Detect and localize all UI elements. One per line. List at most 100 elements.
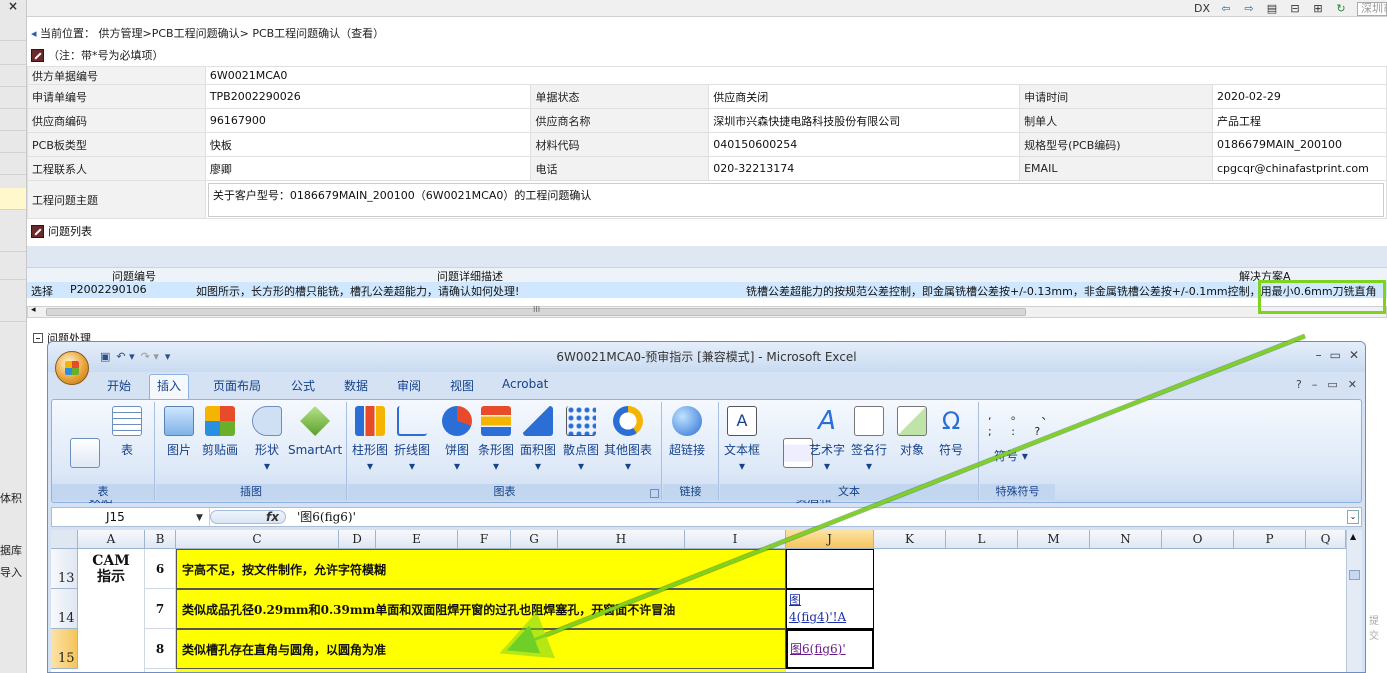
- close-icon[interactable]: ✕: [1349, 348, 1359, 362]
- name-box-dropdown-icon[interactable]: ▼: [196, 513, 203, 523]
- column-header[interactable]: F: [458, 530, 511, 549]
- tab-insert[interactable]: 插入: [149, 374, 190, 399]
- vertical-scrollbar[interactable]: ▲: [1346, 530, 1362, 672]
- column-header[interactable]: E: [376, 530, 458, 549]
- sidebar-slot[interactable]: [0, 17, 26, 41]
- cell-c15[interactable]: 类似槽孔存在直角与圆角，以圆角为准: [176, 629, 786, 669]
- column-header[interactable]: D: [339, 530, 376, 549]
- name-box[interactable]: J15: [52, 508, 210, 526]
- table-row[interactable]: 选择 P2002290106 如图所示，长方形的槽只能铣，槽孔公差超能力，请确认…: [27, 282, 1387, 298]
- fx-icon[interactable]: fx: [266, 508, 279, 526]
- sidebar-slot[interactable]: [0, 153, 26, 175]
- expand-formula-icon[interactable]: ⌄: [1347, 510, 1359, 524]
- undo-icon[interactable]: ↶ ▾: [116, 350, 134, 363]
- sidebar-slot[interactable]: [0, 87, 26, 109]
- dialog-launcher-icon[interactable]: [650, 489, 659, 498]
- object-button[interactable]: 对象: [897, 406, 927, 458]
- forward-arrow-icon[interactable]: ⇨: [1242, 2, 1256, 15]
- column-header[interactable]: A: [78, 530, 145, 549]
- symbol-button[interactable]: Ω 符号: [936, 406, 966, 458]
- tab-data[interactable]: 数据: [344, 377, 368, 394]
- minimize-icon[interactable]: –: [1316, 348, 1322, 362]
- column-header[interactable]: K: [874, 530, 946, 549]
- column-header[interactable]: P: [1234, 530, 1306, 549]
- wordart-button[interactable]: A 艺术字 ▾: [809, 406, 845, 474]
- sidebar-slot[interactable]: [0, 109, 26, 131]
- table-button[interactable]: 表: [112, 406, 142, 458]
- dx-label[interactable]: DX: [1194, 2, 1210, 15]
- cell-c16[interactable]: [176, 669, 786, 672]
- column-header[interactable]: H: [558, 530, 685, 549]
- tab-home[interactable]: 开始: [107, 377, 131, 394]
- column-header-selected[interactable]: J: [786, 530, 874, 549]
- column-chart-button[interactable]: 柱形图 ▾: [352, 406, 388, 474]
- column-header[interactable]: N: [1090, 530, 1162, 549]
- pie-chart-button[interactable]: 饼图 ▾: [442, 406, 472, 474]
- row-header-selected[interactable]: 15: [51, 629, 78, 669]
- column-header[interactable]: L: [946, 530, 1018, 549]
- tab-acrobat[interactable]: Acrobat: [502, 377, 548, 391]
- cell-c13[interactable]: 字高不足，按文件制作，允许字符模糊: [176, 549, 786, 589]
- special-symbols-button[interactable]: 符号 ▾: [994, 448, 1028, 464]
- scroll-thumb[interactable]: [1349, 570, 1360, 580]
- topic-field[interactable]: 关于客户型号：0186679MAIN_200100（6W0021MCA0）的工程…: [207, 182, 1384, 217]
- office-button-icon[interactable]: [55, 351, 89, 385]
- row-header[interactable]: 13: [51, 549, 78, 589]
- column-header[interactable]: Q: [1306, 530, 1346, 549]
- sidebar-slot[interactable]: [0, 258, 26, 280]
- collapse-icon[interactable]: [33, 333, 43, 343]
- sidebar-label[interactable]: 体积: [0, 490, 22, 506]
- hyperlink-button[interactable]: 超链接: [669, 406, 705, 458]
- sidebar-slot[interactable]: [0, 300, 26, 322]
- row-header[interactable]: 14: [51, 589, 78, 629]
- scroll-up-icon[interactable]: ▲: [1350, 532, 1356, 541]
- close-icon[interactable]: ✕: [1348, 378, 1357, 391]
- clipart-button[interactable]: 剪贴画: [202, 406, 238, 458]
- column-header[interactable]: C: [176, 530, 339, 549]
- scroll-left-icon[interactable]: ◂: [31, 305, 36, 315]
- cam-instruction-cell[interactable]: CAM 指示: [78, 549, 145, 672]
- area-chart-button[interactable]: 面积图 ▾: [520, 406, 556, 474]
- restore-icon[interactable]: ▭: [1330, 348, 1341, 362]
- sidebar-slot[interactable]: [0, 41, 26, 65]
- restore-icon[interactable]: ▭: [1327, 378, 1337, 391]
- tab-page-layout[interactable]: 页面布局: [213, 377, 261, 394]
- location-box[interactable]: 深圳市: [1357, 1, 1387, 16]
- cell-j15-link-selected[interactable]: 图6(fig6)': [786, 629, 874, 669]
- cell-j14-link[interactable]: 图 4(fig4)'!A: [786, 589, 874, 629]
- column-header[interactable]: B: [145, 530, 176, 549]
- back-arrow-icon[interactable]: ⇦: [1219, 2, 1233, 15]
- select-all-corner[interactable]: [51, 530, 78, 549]
- sidebar-label[interactable]: 据库: [0, 542, 22, 558]
- minimize-panel-icon[interactable]: ⊟: [1288, 2, 1302, 15]
- sidebar-slot[interactable]: [0, 230, 26, 252]
- cell-b14[interactable]: 7: [145, 589, 176, 629]
- submit-hint[interactable]: 提交: [1369, 612, 1387, 642]
- signature-line-button[interactable]: 签名行 ▾: [851, 406, 887, 474]
- cell-b15[interactable]: 8: [145, 629, 176, 669]
- refresh-icon[interactable]: ↻: [1334, 2, 1348, 15]
- tab-review[interactable]: 审阅: [397, 377, 421, 394]
- print-icon[interactable]: ▤: [1265, 2, 1279, 15]
- column-header[interactable]: I: [685, 530, 786, 549]
- sidebar-slot-active[interactable]: [0, 188, 26, 210]
- picture-button[interactable]: 图片: [164, 406, 194, 458]
- help-icon[interactable]: ?: [1296, 378, 1302, 391]
- worksheet[interactable]: A B C D E F G H I J K L M N O P Q 13 14 …: [51, 530, 1362, 672]
- minimize-icon[interactable]: –: [1312, 378, 1318, 391]
- scatter-chart-button[interactable]: 散点图 ▾: [563, 406, 599, 474]
- column-header[interactable]: M: [1018, 530, 1090, 549]
- special-symbols-grid[interactable]: , 。 、 ; : ?: [988, 408, 1061, 440]
- tab-view[interactable]: 视图: [450, 377, 474, 394]
- tab-formulas[interactable]: 公式: [291, 377, 315, 394]
- sidebar-slot[interactable]: [0, 131, 26, 153]
- line-chart-button[interactable]: 折线图 ▾: [394, 406, 430, 474]
- shapes-button[interactable]: 形状 ▾: [252, 406, 282, 474]
- column-header[interactable]: G: [511, 530, 558, 549]
- sidebar-slot[interactable]: [0, 65, 26, 87]
- row-select[interactable]: 选择: [31, 283, 53, 299]
- grid-horizontal-scrollbar[interactable]: ◂ III: [27, 305, 1387, 318]
- formula-input[interactable]: '图6(fig6)': [297, 508, 356, 526]
- bar-chart-button[interactable]: 条形图 ▾: [478, 406, 514, 474]
- other-charts-button[interactable]: 其他图表 ▾: [604, 406, 652, 474]
